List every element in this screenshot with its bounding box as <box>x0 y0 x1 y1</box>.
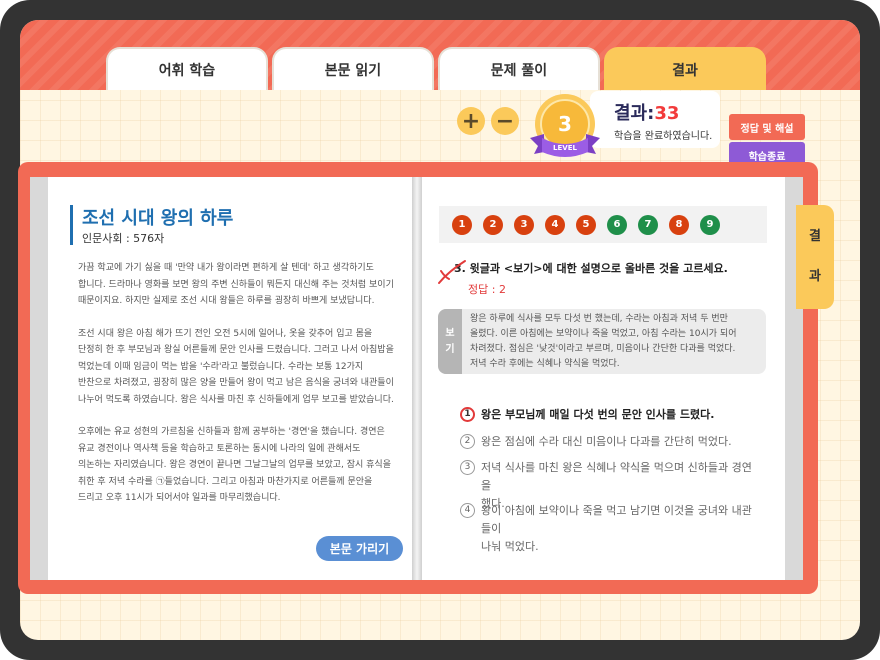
choice-number: 2 <box>460 434 475 449</box>
answer-explanation-button[interactable]: 정답 및 해설 <box>729 114 805 140</box>
story-category: 인문사회 : 576자 <box>82 232 165 245</box>
choice-text: 왕은 점심에 수라 대신 미음이나 다과를 간단히 먹었다. <box>481 435 732 448</box>
result-message: 학습을 완료하였습니다. <box>614 131 713 142</box>
hide-text-button[interactable]: 본문 가리기 <box>316 536 403 561</box>
level-number: 3 <box>558 112 572 136</box>
tab-vocabulary[interactable]: 어휘 학습 <box>106 47 268 90</box>
question-nav-4[interactable]: 4 <box>545 214 565 235</box>
tab-bar: 어휘 학습 본문 읽기 문제 풀이 결과 <box>106 47 770 90</box>
tab-result[interactable]: 결과 <box>604 47 766 90</box>
story-paragraph-3: 오후에는 유교 성현의 가르침을 신하들과 함께 공부하는 '경연'을 했습니다… <box>78 427 391 503</box>
zoom-out-button[interactable]: − <box>491 107 519 135</box>
question-nav-1[interactable]: 1 <box>452 214 472 235</box>
choice-number: 3 <box>460 460 475 475</box>
tab-reading[interactable]: 본문 읽기 <box>272 47 434 90</box>
boki-text: 왕은 하루에 식사를 모두 다섯 번 했는데, 수라는 아침과 저녁 두 번만 올… <box>470 314 737 369</box>
choice-2[interactable]: 2 왕은 점심에 수라 대신 미음이나 다과를 간단히 먹었다. <box>460 433 760 451</box>
question-text: 3. 윗글과 <보기>에 대한 설명으로 올바른 것을 고르세요. <box>454 262 728 275</box>
choice-4[interactable]: 4 왕이 아침에 보약이나 죽을 먹고 남기면 이것을 궁녀와 내관들이 나눠 먹… <box>460 502 760 556</box>
question-nav-7[interactable]: 7 <box>638 214 658 235</box>
title-accent-bar <box>70 205 73 245</box>
choice-text: 왕은 부모님께 매일 다섯 번의 문안 인사를 드렸다. <box>481 408 715 421</box>
boki-box: 보기 왕은 하루에 식사를 모두 다섯 번 했는데, 수라는 아침과 저녁 두 … <box>438 309 766 374</box>
level-badge-icon: 3 LEVEL <box>530 94 600 157</box>
story-body: 가끔 학교에 가기 싫을 때 '만약 내가 왕이라면 편하게 살 텐데' 하고 … <box>78 260 398 523</box>
choice-number: 1 <box>460 407 475 422</box>
question-nav-6[interactable]: 6 <box>607 214 627 235</box>
book-spine <box>412 177 422 580</box>
result-side-tab[interactable]: 결과 <box>796 205 834 309</box>
result-score: 33 <box>654 103 680 124</box>
result-title: 결과:33 <box>614 103 680 124</box>
choice-1[interactable]: 1 왕은 부모님께 매일 다섯 번의 문안 인사를 드렸다. <box>460 406 760 424</box>
question-nav-5[interactable]: 5 <box>576 214 596 235</box>
zoom-in-button[interactable]: + <box>457 107 485 135</box>
story-title: 조선 시대 왕의 하루 <box>82 208 234 229</box>
question-navigator: 1 2 3 4 5 6 7 8 9 <box>439 206 767 243</box>
question-nav-8[interactable]: 8 <box>669 214 689 235</box>
story-paragraph-2: 조선 시대 왕은 아침 해가 뜨기 전인 오전 5시에 일어나, 옷을 갖추어 … <box>78 328 394 405</box>
level-label: LEVEL <box>553 144 577 152</box>
choice-text: 왕이 아침에 보약이나 죽을 먹고 남기면 이것을 궁녀와 내관들이 나눠 먹었다… <box>481 504 752 553</box>
correct-answer: 정답 : 2 <box>468 283 506 296</box>
choice-number: 4 <box>460 503 475 518</box>
question-nav-3[interactable]: 3 <box>514 214 534 235</box>
boki-label: 보기 <box>438 309 462 374</box>
story-paragraph-1: 가끔 학교에 가기 싫을 때 '만약 내가 왕이라면 편하게 살 텐데' 하고 … <box>78 263 394 306</box>
device-frame: 어휘 학습 본문 읽기 문제 풀이 결과 + − 결과:33 학습을 완료하였습… <box>0 0 880 660</box>
question-nav-2[interactable]: 2 <box>483 214 503 235</box>
question-nav-9[interactable]: 9 <box>700 214 720 235</box>
tab-problems[interactable]: 문제 풀이 <box>438 47 600 90</box>
